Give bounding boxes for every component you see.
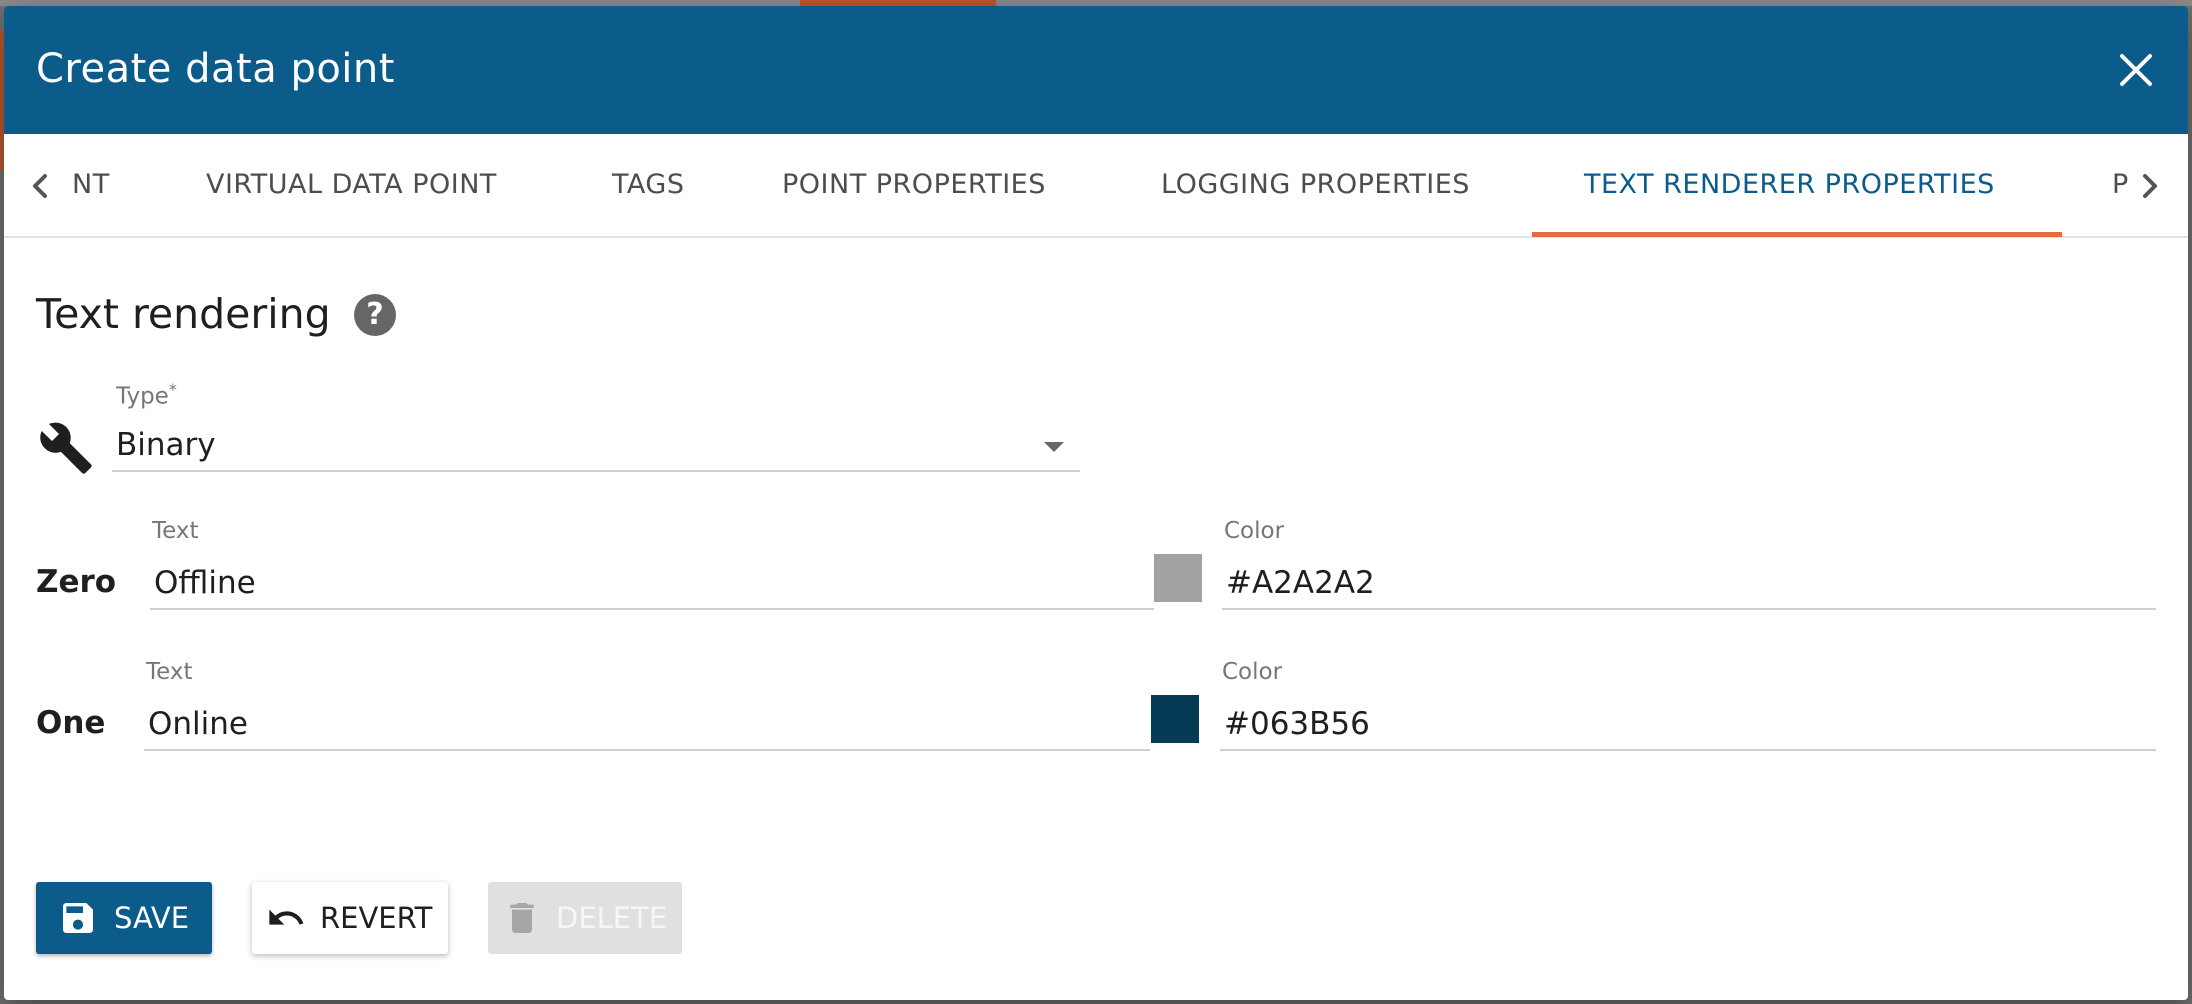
type-select[interactable]: Binary [112, 418, 1080, 472]
zero-text-label: Text [152, 518, 199, 544]
create-data-point-dialog: Create data point NT VIRTUAL DATA POINT … [4, 6, 2188, 1000]
tab-bar: NT VIRTUAL DATA POINT TAGS POINT PROPERT… [4, 134, 2188, 238]
chevron-right-icon [2143, 174, 2157, 198]
one-text-input[interactable]: Online [144, 697, 1150, 751]
one-color-label: Color [1222, 659, 1283, 685]
zero-color-label: Color [1224, 518, 1285, 544]
save-button[interactable]: SAVE [36, 882, 212, 954]
wrench-icon [40, 422, 92, 474]
zero-color-input[interactable]: #A2A2A2 [1222, 556, 2156, 610]
help-icon[interactable]: ? [354, 294, 396, 336]
zero-text-input[interactable]: Offline [150, 556, 1154, 610]
close-button[interactable] [2114, 48, 2158, 92]
type-select-value: Binary [116, 427, 216, 463]
tab-next-partial[interactable]: P [2112, 134, 2129, 236]
section-title: Text rendering [36, 290, 331, 338]
tab-point[interactable]: NT [72, 134, 110, 236]
trash-icon [510, 903, 534, 933]
tab-tags[interactable]: TAGS [612, 134, 684, 236]
dropdown-arrow-icon [1044, 442, 1064, 452]
active-tab-indicator [1532, 232, 2062, 237]
one-color-swatch[interactable] [1151, 695, 1199, 743]
chevron-left-icon [33, 174, 47, 198]
revert-button[interactable]: REVERT [252, 882, 448, 954]
undo-icon [269, 909, 304, 925]
one-color-value: #063B56 [1224, 706, 1370, 742]
tab-virtual-data-point[interactable]: VIRTUAL DATA POINT [206, 134, 497, 236]
tab-text-renderer-properties[interactable]: TEXT RENDERER PROPERTIES [1584, 134, 1995, 236]
revert-button-label: REVERT [320, 901, 433, 935]
tab-scroll-right-button[interactable] [2130, 166, 2170, 206]
required-mark: * [168, 380, 177, 399]
zero-color-value: #A2A2A2 [1226, 565, 1375, 601]
one-color-input[interactable]: #063B56 [1220, 697, 2156, 751]
one-row-label: One [36, 705, 106, 741]
zero-row-label: Zero [36, 564, 117, 600]
dialog-header: Create data point [4, 6, 2188, 134]
tab-logging-properties[interactable]: LOGGING PROPERTIES [1161, 134, 1470, 236]
tab-scroll-left-button[interactable] [20, 166, 60, 206]
tab-point-properties[interactable]: POINT PROPERTIES [782, 134, 1046, 236]
zero-text-value: Offline [154, 565, 256, 601]
dialog-title: Create data point [36, 46, 395, 92]
delete-button-label: DELETE [556, 901, 668, 935]
close-icon [2120, 54, 2152, 86]
type-label: Type* [116, 380, 177, 410]
one-text-value: Online [148, 706, 248, 742]
zero-color-swatch[interactable] [1154, 554, 1202, 602]
save-button-label: SAVE [114, 901, 190, 935]
delete-button[interactable]: DELETE [488, 882, 682, 954]
one-text-label: Text [146, 659, 193, 685]
save-icon [63, 903, 93, 933]
